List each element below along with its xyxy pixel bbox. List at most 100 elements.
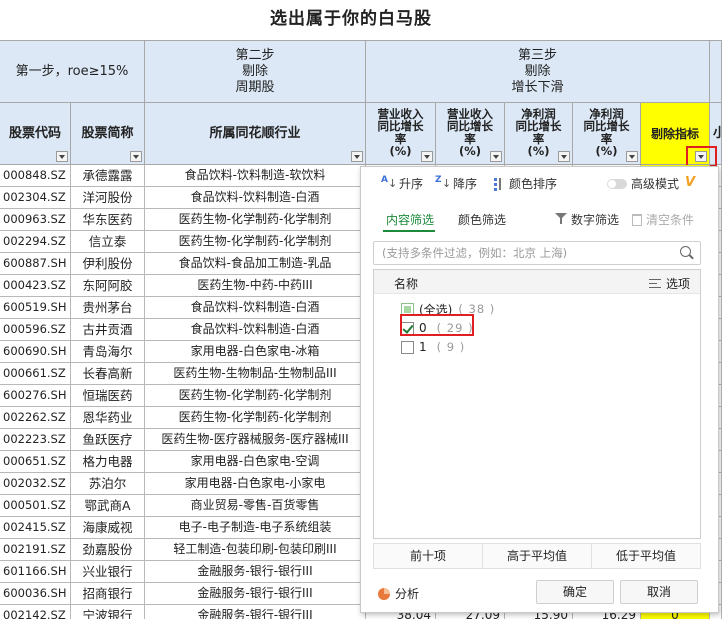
cell-stock-code[interactable]: 000661.SZ: [0, 363, 71, 385]
below-average-button[interactable]: 低于平均值: [592, 544, 700, 568]
cell-stock-code[interactable]: 002304.SZ: [0, 187, 71, 209]
cell-stock-code[interactable]: 002032.SZ: [0, 473, 71, 495]
cancel-button[interactable]: 取消: [620, 580, 698, 604]
filter-dropdown-revenue-growth[interactable]: [421, 151, 433, 162]
cell-industry[interactable]: 医药生物-化学制药-化学制剂: [145, 231, 366, 253]
column-header-industry: 所属同花顺行业: [145, 103, 366, 165]
above-average-button[interactable]: 高于平均值: [483, 544, 592, 568]
cell-stock-name[interactable]: 兴业银行: [71, 561, 145, 583]
cell-industry[interactable]: 医药生物-化学制药-化学制剂: [145, 407, 366, 429]
filter-dropdown-industry[interactable]: [351, 151, 363, 162]
cell-stock-code[interactable]: 601166.SH: [0, 561, 71, 583]
cell-industry[interactable]: 食品饮料-饮料制造-白酒: [145, 319, 366, 341]
list-options-button[interactable]: 选项: [648, 275, 690, 292]
cell-stock-code[interactable]: 600036.SH: [0, 583, 71, 605]
sort-ascending-button[interactable]: 升序: [381, 175, 423, 193]
cell-stock-code[interactable]: 002191.SZ: [0, 539, 71, 561]
filter-dropdown-name[interactable]: [130, 151, 142, 162]
filter-dropdown-revenue-growth-2[interactable]: [490, 151, 502, 162]
sort-bar: 升序 降序 颜色排序 高级模式 V: [361, 167, 718, 200]
cell-stock-name[interactable]: 古井贡酒: [71, 319, 145, 341]
cell-industry[interactable]: 医药生物-医疗器械服务-医疗器械III: [145, 429, 366, 451]
sheet-title: 选出属于你的白马股: [270, 9, 432, 29]
active-tab-underline: [383, 230, 435, 232]
color-sort-icon: [493, 177, 505, 191]
cell-stock-code[interactable]: 600519.SH: [0, 297, 71, 319]
sort-descending-button[interactable]: 降序: [435, 175, 477, 193]
cell-industry[interactable]: 医药生物-生物制品-生物制品III: [145, 363, 366, 385]
cell-stock-code[interactable]: 002223.SZ: [0, 429, 71, 451]
cell-stock-name[interactable]: 格力电器: [71, 451, 145, 473]
cell-stock-code[interactable]: 600690.SH: [0, 341, 71, 363]
advanced-mode-toggle[interactable]: [607, 179, 627, 189]
cell-industry[interactable]: 金融服务-银行-银行III: [145, 561, 366, 583]
cell-industry[interactable]: 食品饮料-饮料制造-白酒: [145, 187, 366, 209]
cell-stock-code[interactable]: 000596.SZ: [0, 319, 71, 341]
cell-industry[interactable]: 轻工制造-包装印刷-包装印刷III: [145, 539, 366, 561]
filter-dropdown-profit-growth-2[interactable]: [626, 151, 638, 162]
sort-ascending-icon: [381, 176, 397, 191]
pie-chart-icon: [378, 587, 390, 600]
cell-industry[interactable]: 医药生物-化学制药-化学制剂: [145, 209, 366, 231]
cell-stock-code[interactable]: 002294.SZ: [0, 231, 71, 253]
cell-industry[interactable]: 家用电器-白色家电-小家电: [145, 473, 366, 495]
cell-stock-name[interactable]: 海康威视: [71, 517, 145, 539]
analyze-button[interactable]: 分析: [378, 585, 419, 602]
step2-header: 第二步 剔除 周期股: [145, 40, 366, 103]
list-header-name: 名称: [394, 277, 419, 291]
cell-stock-code[interactable]: 000651.SZ: [0, 451, 71, 473]
filter-popup: 升序 降序 颜色排序 高级模式 V 内容筛选 颜色筛选 数字筛选 清空条件 名称: [360, 166, 719, 613]
cell-stock-name[interactable]: 劲嘉股份: [71, 539, 145, 561]
cell-industry[interactable]: 家用电器-白色家电-冰箱: [145, 341, 366, 363]
filter-item-1[interactable]: 1 ( 9 ): [401, 338, 465, 356]
cell-industry[interactable]: 金融服务-银行-银行III: [145, 583, 366, 605]
filter-search-input[interactable]: [374, 242, 674, 264]
cell-industry[interactable]: 家用电器-白色家电-空调: [145, 451, 366, 473]
cell-industry[interactable]: 电子-电子制造-电子系统组装: [145, 517, 366, 539]
cell-stock-name[interactable]: 鱼跃医疗: [71, 429, 145, 451]
cell-stock-code[interactable]: 600887.SH: [0, 253, 71, 275]
cell-stock-name[interactable]: 长春高新: [71, 363, 145, 385]
cell-stock-name[interactable]: 伊利股份: [71, 253, 145, 275]
cell-stock-name[interactable]: 洋河股份: [71, 187, 145, 209]
sort-by-color-button[interactable]: 颜色排序: [493, 175, 557, 193]
cell-stock-name[interactable]: 华东医药: [71, 209, 145, 231]
cell-stock-code[interactable]: 000423.SZ: [0, 275, 71, 297]
cell-stock-code[interactable]: 600276.SH: [0, 385, 71, 407]
cell-stock-code[interactable]: 002262.SZ: [0, 407, 71, 429]
tab-content-filter[interactable]: 内容筛选: [386, 211, 434, 228]
cell-stock-name[interactable]: 信立泰: [71, 231, 145, 253]
cell-stock-code[interactable]: 000501.SZ: [0, 495, 71, 517]
cell-industry[interactable]: 食品饮料-食品加工制造-乳品: [145, 253, 366, 275]
cell-industry[interactable]: 医药生物-中药-中药III: [145, 275, 366, 297]
tab-color-filter[interactable]: 颜色筛选: [458, 211, 506, 228]
cell-industry[interactable]: 食品饮料-饮料制造-白酒: [145, 297, 366, 319]
cell-stock-name[interactable]: 青岛海尔: [71, 341, 145, 363]
search-icon[interactable]: [680, 246, 694, 260]
cell-stock-name[interactable]: 贵州茅台: [71, 297, 145, 319]
cell-stock-name[interactable]: 东阿阿胶: [71, 275, 145, 297]
cell-stock-code[interactable]: 000848.SZ: [0, 165, 71, 187]
cell-stock-name[interactable]: 苏泊尔: [71, 473, 145, 495]
cell-stock-name[interactable]: 招商银行: [71, 583, 145, 605]
filter-dropdown-profit-growth[interactable]: [558, 151, 570, 162]
cell-stock-name[interactable]: 鄂武商A: [71, 495, 145, 517]
number-filter-button[interactable]: 数字筛选: [555, 211, 619, 228]
column-header-code: 股票代码: [0, 103, 71, 165]
checkbox-value-1[interactable]: [401, 340, 414, 354]
clear-conditions-button[interactable]: 清空条件: [632, 211, 694, 228]
ok-button[interactable]: 确定: [536, 580, 614, 604]
cell-industry[interactable]: 商业贸易-零售-百货零售: [145, 495, 366, 517]
cell-industry[interactable]: 食品饮料-饮料制造-软饮料: [145, 165, 366, 187]
cell-stock-name[interactable]: 承德露露: [71, 165, 145, 187]
filter-dropdown-code[interactable]: [56, 151, 68, 162]
cell-stock-name[interactable]: 恩华药业: [71, 407, 145, 429]
cell-stock-name[interactable]: 恒瑞医药: [71, 385, 145, 407]
top10-button[interactable]: 前十项: [374, 544, 483, 568]
cell-stock-code[interactable]: 002142.SZ: [0, 605, 71, 619]
cell-stock-name[interactable]: 宁波银行: [71, 605, 145, 619]
cell-industry[interactable]: 医药生物-化学制药-化学制剂: [145, 385, 366, 407]
cell-industry[interactable]: 金融服务-银行-银行III: [145, 605, 366, 619]
cell-stock-code[interactable]: 000963.SZ: [0, 209, 71, 231]
cell-stock-code[interactable]: 002415.SZ: [0, 517, 71, 539]
